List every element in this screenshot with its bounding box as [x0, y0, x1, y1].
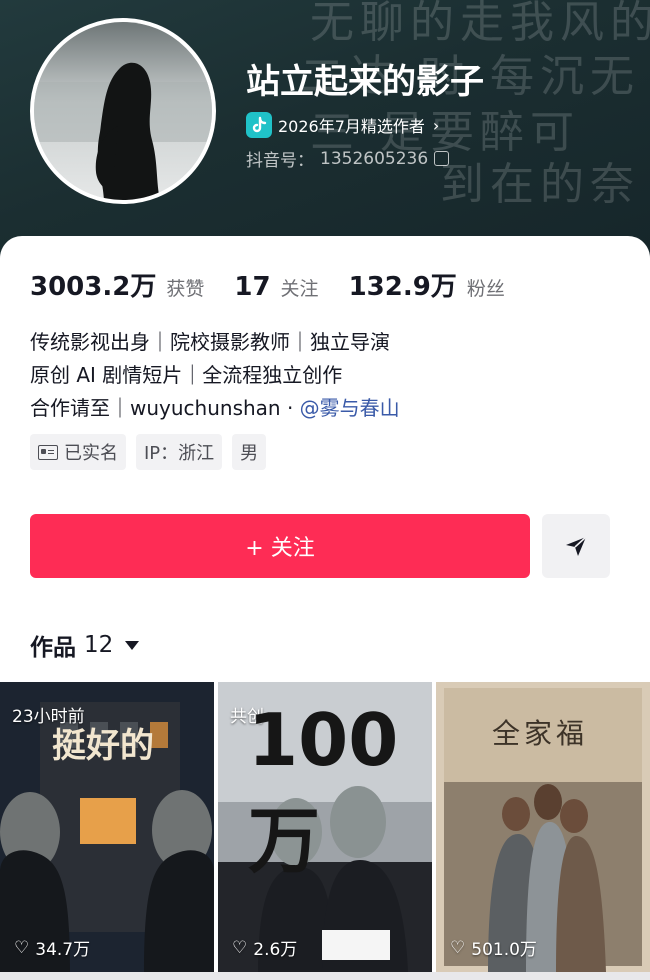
profile-tags: 已实名 IP：浙江 男 — [30, 434, 267, 470]
video-grid: 23小时前 挺好的 ♡ 34.7万 共创 100万 ♡ 2.6万 全家福 ♡ 5… — [0, 682, 650, 980]
next-row-peek — [0, 972, 650, 980]
mention-link[interactable]: @雾与春山 — [300, 396, 400, 420]
video-title: 100万 — [248, 698, 399, 883]
heart-icon: ♡ — [450, 937, 466, 958]
bio: 传统影视出身｜院校摄影教师｜独立导演 原创 AI 剧情短片｜全流程独立创作 合作… — [30, 326, 400, 425]
send-icon — [566, 536, 587, 556]
ip-location-tag: IP：浙江 — [136, 434, 223, 470]
avatar[interactable] — [30, 18, 216, 204]
likes-label: 获赞 — [166, 278, 205, 300]
bio-line: 原创 AI 剧情短片｜全流程独立创作 — [30, 363, 343, 387]
chevron-right-icon: › — [432, 115, 440, 135]
likes-count[interactable]: 3003.2万 — [30, 266, 156, 303]
douyin-id-row: 抖音号： 1352605236 — [246, 146, 450, 171]
works-count: 12 — [84, 632, 114, 658]
heart-icon: ♡ — [232, 937, 248, 958]
video-thumbnail[interactable]: 全家福 ♡ 501.0万 — [436, 682, 650, 972]
profile-header: 无聊的走我风的 二达 时 每沉无 三 是要醉可 到在的奈 站立起来的影子 202… — [0, 0, 650, 260]
followers-count[interactable]: 132.9万 — [349, 266, 457, 303]
douyin-logo-icon — [246, 112, 272, 138]
douyin-id-label: 抖音号： — [246, 151, 314, 171]
following-count[interactable]: 17 — [234, 272, 270, 302]
verified-tag[interactable]: 已实名 — [30, 434, 126, 470]
send-message-button[interactable] — [542, 514, 610, 578]
badge-label: 2026年7月精选作者 — [278, 117, 425, 136]
video-title: 挺好的 — [52, 726, 154, 766]
followers-label: 粉丝 — [466, 278, 505, 300]
video-thumbnail[interactable]: 共创 100万 ♡ 2.6万 — [218, 682, 432, 972]
stats-row: 3003.2万 获赞 17 关注 132.9万 粉丝 — [30, 266, 535, 303]
copy-icon[interactable] — [434, 151, 450, 166]
douyin-id-value: 1352605236 — [320, 148, 429, 169]
works-label: 作品 — [30, 635, 76, 661]
following-label: 关注 — [280, 278, 319, 300]
dropdown-caret-icon — [125, 640, 140, 650]
heart-icon: ♡ — [14, 937, 30, 958]
works-tab[interactable]: 作品 12 — [30, 628, 140, 662]
video-thumbnail[interactable]: 23小时前 挺好的 ♡ 34.7万 — [0, 682, 214, 972]
video-likes: ♡ 2.6万 — [232, 937, 298, 961]
gender-tag: 男 — [232, 434, 267, 470]
video-likes: ♡ 34.7万 — [14, 937, 91, 961]
nickname: 站立起来的影子 — [246, 62, 484, 102]
video-likes: ♡ 501.0万 — [450, 937, 537, 961]
featured-creator-badge[interactable]: 2026年7月精选作者 › — [246, 110, 439, 140]
id-card-icon — [38, 444, 58, 460]
bio-line: 传统影视出身｜院校摄影教师｜独立导演 — [30, 330, 390, 354]
video-title: 全家福 — [492, 717, 589, 750]
follow-button[interactable]: + 关注 — [30, 514, 530, 578]
bio-line: 合作请至｜wuyuchunshan · @雾与春山 — [30, 396, 400, 420]
